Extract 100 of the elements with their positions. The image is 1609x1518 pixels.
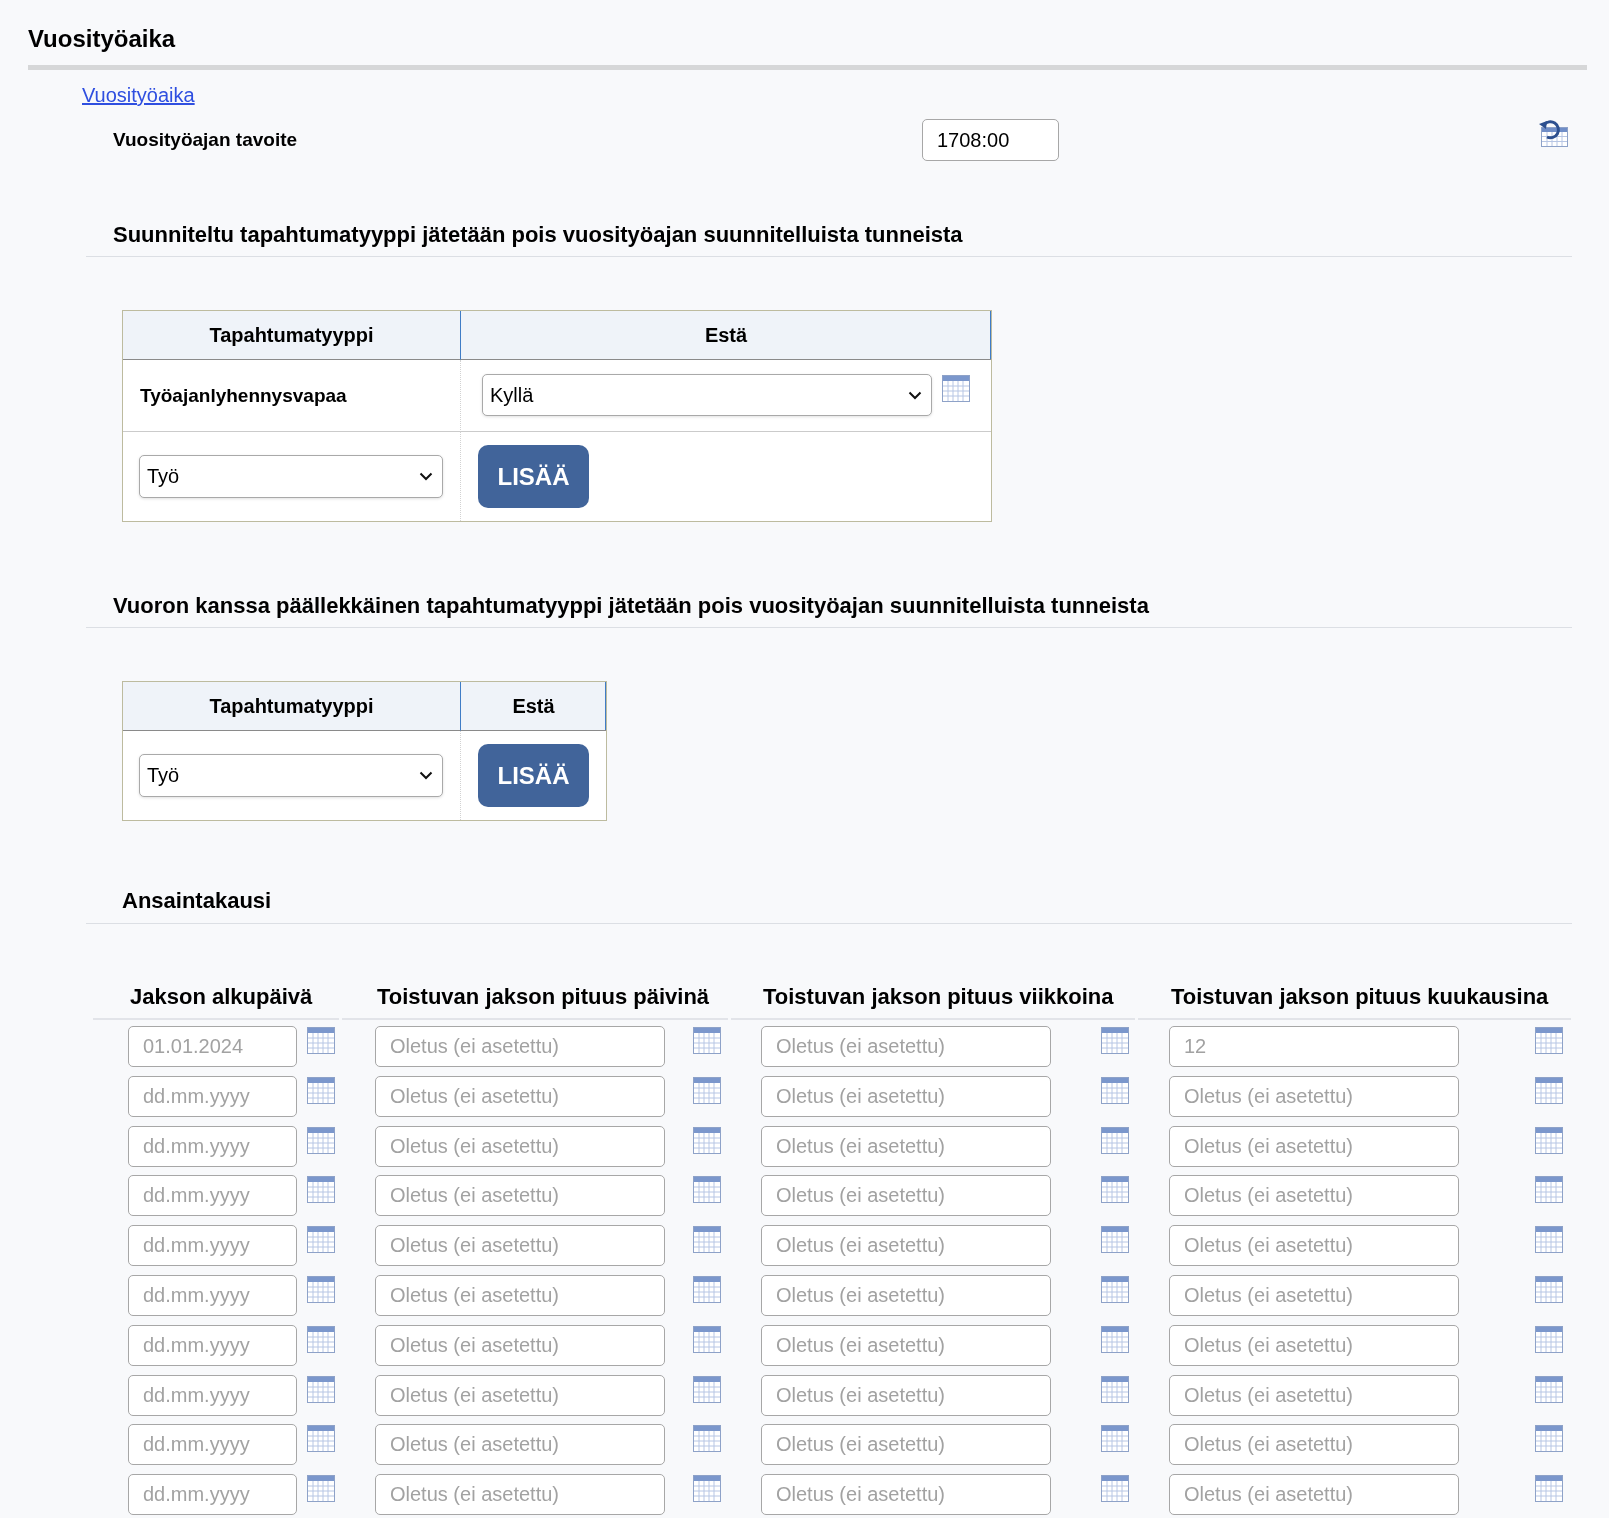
calendar-icon[interactable] bbox=[1101, 1226, 1129, 1254]
add-button[interactable]: LISÄÄ bbox=[478, 445, 589, 508]
calendar-icon[interactable] bbox=[1101, 1325, 1129, 1353]
input-field[interactable]: Oletus (ei asetettu) bbox=[761, 1125, 1051, 1167]
input-field[interactable]: Oletus (ei asetettu) bbox=[375, 1424, 665, 1466]
calendar-icon[interactable] bbox=[1101, 1076, 1129, 1104]
field-label: Vuosityöajan tavoite bbox=[113, 129, 299, 151]
page-title: Vuosityöaika bbox=[28, 24, 177, 54]
calendar-icon[interactable] bbox=[307, 1027, 335, 1054]
calendar-icon[interactable] bbox=[307, 1475, 335, 1503]
calendar-icon[interactable] bbox=[1101, 1027, 1129, 1054]
input-field[interactable]: dd.mm.yyyy bbox=[128, 1225, 297, 1267]
input-field[interactable]: dd.mm.yyyy bbox=[128, 1075, 297, 1117]
input-field[interactable]: Oletus (ei asetettu) bbox=[375, 1026, 665, 1067]
input-field[interactable]: dd.mm.yyyy bbox=[128, 1424, 297, 1466]
column-header: Estä bbox=[461, 682, 606, 731]
calendar-icon[interactable] bbox=[307, 1176, 335, 1204]
input-field[interactable]: Oletus (ei asetettu) bbox=[1169, 1275, 1459, 1316]
calendar-icon[interactable] bbox=[1101, 1126, 1129, 1154]
chevron-down-icon bbox=[419, 472, 433, 481]
calendar-icon[interactable] bbox=[1535, 1126, 1563, 1154]
input-field[interactable]: Oletus (ei asetettu) bbox=[1169, 1175, 1459, 1217]
calendar-icon[interactable] bbox=[693, 1276, 721, 1303]
calendar-icon[interactable] bbox=[693, 1475, 721, 1503]
calendar-icon[interactable] bbox=[1535, 1027, 1563, 1054]
input-field[interactable]: 1708:00 bbox=[922, 119, 1059, 161]
input-field[interactable]: Oletus (ei asetettu) bbox=[375, 1324, 665, 1366]
input-field[interactable]: dd.mm.yyyy bbox=[128, 1374, 297, 1416]
calendar-icon[interactable] bbox=[1101, 1276, 1129, 1303]
calendar-icon[interactable] bbox=[1101, 1425, 1129, 1453]
calendar-icon[interactable] bbox=[1535, 1325, 1563, 1353]
add-button[interactable]: LISÄÄ bbox=[478, 744, 589, 807]
input-field[interactable]: Oletus (ei asetettu) bbox=[761, 1474, 1051, 1516]
input-field[interactable]: dd.mm.yyyy bbox=[128, 1175, 297, 1217]
link[interactable]: Vuosityöaika bbox=[82, 84, 195, 106]
calendar-icon[interactable] bbox=[1535, 1176, 1563, 1204]
input-field[interactable]: dd.mm.yyyy bbox=[128, 1474, 297, 1516]
calendar-icon[interactable] bbox=[693, 1425, 721, 1453]
input-field[interactable]: Oletus (ei asetettu) bbox=[375, 1474, 665, 1516]
calendar-icon[interactable] bbox=[307, 1276, 335, 1303]
calendar-icon[interactable] bbox=[1535, 1475, 1563, 1503]
input-field[interactable]: Oletus (ei asetettu) bbox=[375, 1075, 665, 1117]
input-field[interactable]: Oletus (ei asetettu) bbox=[761, 1324, 1051, 1366]
calendar-icon[interactable] bbox=[307, 1126, 335, 1154]
dropdown[interactable]: Kyllä bbox=[482, 374, 932, 416]
calendar-icon[interactable] bbox=[1101, 1475, 1129, 1503]
calendar-icon[interactable] bbox=[307, 1076, 335, 1104]
dropdown[interactable]: Työ bbox=[139, 455, 443, 498]
calendar-icon[interactable] bbox=[307, 1375, 335, 1403]
dropdown[interactable]: Työ bbox=[139, 754, 443, 797]
calendar-icon[interactable] bbox=[942, 375, 970, 402]
calendar-icon[interactable] bbox=[307, 1325, 335, 1353]
calendar-icon[interactable] bbox=[1535, 1076, 1563, 1104]
input-field[interactable]: Oletus (ei asetettu) bbox=[761, 1175, 1051, 1217]
input-field[interactable]: dd.mm.yyyy bbox=[128, 1324, 297, 1366]
calendar-icon[interactable] bbox=[1535, 1375, 1563, 1403]
input-field[interactable]: Oletus (ei asetettu) bbox=[761, 1424, 1051, 1466]
input-field[interactable]: Oletus (ei asetettu) bbox=[375, 1125, 665, 1167]
input-field[interactable]: Oletus (ei asetettu) bbox=[761, 1275, 1051, 1316]
calendar-icon[interactable] bbox=[1535, 1425, 1563, 1453]
calendar-icon[interactable] bbox=[1101, 1375, 1129, 1403]
calendar-icon[interactable] bbox=[693, 1027, 721, 1054]
input-field[interactable]: Oletus (ei asetettu) bbox=[375, 1374, 665, 1416]
section-heading: Ansaintakausi bbox=[86, 887, 1572, 924]
section-heading: Vuoron kanssa päällekkäinen tapahtumatyyppi jätetään pois vuosityöajan suunnitelluista tunneista bbox=[86, 592, 1572, 628]
calendar-icon[interactable] bbox=[693, 1375, 721, 1403]
input-field[interactable]: Oletus (ei asetettu) bbox=[1169, 1324, 1459, 1366]
input-field[interactable]: Oletus (ei asetettu) bbox=[761, 1026, 1051, 1067]
calendar-icon[interactable] bbox=[693, 1176, 721, 1204]
calendar-icon[interactable] bbox=[307, 1226, 335, 1254]
input-field[interactable]: Oletus (ei asetettu) bbox=[761, 1075, 1051, 1117]
input-field[interactable]: Oletus (ei asetettu) bbox=[375, 1275, 665, 1316]
input-field[interactable]: Oletus (ei asetettu) bbox=[375, 1175, 665, 1217]
input-field[interactable]: Oletus (ei asetettu) bbox=[1169, 1075, 1459, 1117]
column-header: Toistuvan jakson pituus päivinä bbox=[342, 983, 728, 1020]
input-field[interactable]: Oletus (ei asetettu) bbox=[375, 1225, 665, 1267]
calendar-icon[interactable] bbox=[693, 1126, 721, 1154]
input-field[interactable]: Oletus (ei asetettu) bbox=[1169, 1424, 1459, 1466]
calendar-arrow-icon[interactable] bbox=[1538, 119, 1568, 147]
calendar-icon[interactable] bbox=[693, 1226, 721, 1254]
input-field[interactable]: 01.01.2024 bbox=[128, 1026, 297, 1067]
column-header: Jakson alkupäivä bbox=[93, 983, 339, 1020]
input-field[interactable]: Oletus (ei asetettu) bbox=[1169, 1474, 1459, 1516]
input-field[interactable]: 12 bbox=[1169, 1026, 1459, 1067]
input-field[interactable]: dd.mm.yyyy bbox=[128, 1275, 297, 1316]
calendar-icon[interactable] bbox=[693, 1325, 721, 1353]
input-field[interactable]: Oletus (ei asetettu) bbox=[1169, 1225, 1459, 1267]
input-field[interactable]: Oletus (ei asetettu) bbox=[1169, 1125, 1459, 1167]
input-field[interactable]: dd.mm.yyyy bbox=[128, 1125, 297, 1167]
table-cell: Työajanlyhennysvapaa bbox=[123, 360, 461, 432]
chevron-down-icon bbox=[419, 771, 433, 780]
calendar-icon[interactable] bbox=[307, 1425, 335, 1453]
input-field[interactable]: Oletus (ei asetettu) bbox=[1169, 1374, 1459, 1416]
calendar-icon[interactable] bbox=[693, 1076, 721, 1104]
input-field[interactable]: Oletus (ei asetettu) bbox=[761, 1374, 1051, 1416]
calendar-icon[interactable] bbox=[1535, 1226, 1563, 1254]
calendar-icon[interactable] bbox=[1101, 1176, 1129, 1204]
calendar-icon[interactable] bbox=[1535, 1276, 1563, 1303]
input-field[interactable]: Oletus (ei asetettu) bbox=[761, 1225, 1051, 1267]
column-header: Toistuvan jakson pituus kuukausina bbox=[1138, 983, 1571, 1020]
